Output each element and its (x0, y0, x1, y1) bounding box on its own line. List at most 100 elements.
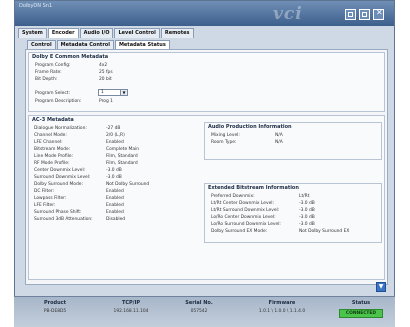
field-value: Complete Main (106, 147, 140, 152)
serial-column: Serial No. 057542 (179, 300, 219, 314)
tab-metadata-status[interactable]: Metadata Status (114, 40, 170, 49)
field-label: Bit Depth: (35, 77, 58, 82)
product-value: PB-DE8D5 (43, 309, 67, 314)
field-value: Enabled (106, 210, 124, 215)
tab-metadata-control[interactable]: Metadata Control (56, 40, 114, 49)
field-value: -3.0 dB (299, 215, 315, 220)
serial-value: 057542 (190, 309, 208, 314)
audio-production-group: Audio Production Information Mixing Leve… (204, 122, 382, 160)
title-bar[interactable]: DolbyDN Sn1 vci ✕ (15, 1, 394, 26)
field-value: Enabled (106, 196, 124, 201)
field-label: Room Type: (211, 140, 237, 145)
status-badge: CONNECTED (338, 309, 384, 318)
field-label: RF Mode Profile: (34, 161, 70, 166)
field-label: LFE Filter: (34, 203, 56, 208)
maximize-button[interactable] (359, 9, 370, 20)
field-label: Frame Rate: (35, 70, 62, 75)
status-bar: Product PB-DE8D5 TCP/IP 192.168.11.104 S… (14, 296, 395, 327)
status-column: Status CONNECTED (332, 300, 390, 318)
app-window: DolbyDN Sn1 vci ✕ System Encoder Audio I… (14, 0, 395, 327)
maximize-icon (362, 12, 367, 17)
field-label: Channel Mode: (34, 133, 67, 138)
field-label: Lt/Rt Surround Downmix Level: (211, 208, 280, 213)
field-value: -3.0 dB (106, 175, 122, 180)
tab-encoder[interactable]: Encoder (47, 28, 79, 38)
field-label: Program Config: (35, 63, 71, 68)
tab-remotes[interactable]: Remotes (160, 28, 194, 38)
field-label: Preferred Downmix: (211, 194, 255, 199)
main-tabs: System Encoder Audio I/O Level Control R… (18, 28, 194, 38)
program-description-value: Prog 1 (99, 99, 113, 104)
field-label: Dolby Surround EX Mode: (211, 229, 268, 234)
field-label: LFE Channel: (34, 140, 63, 145)
group-title: AC-3 Metadata (32, 117, 74, 123)
field-label: Dolby Surround Mode: (34, 182, 83, 187)
field-value: Disabled (106, 217, 126, 222)
field-value: -3.0 dB (106, 168, 122, 173)
field-value: N/A (275, 133, 283, 138)
serial-label: Serial No. (185, 300, 213, 306)
field-label: Lowpass Filter: (34, 196, 67, 201)
minimize-icon (348, 12, 353, 17)
field-label: Bitstream Mode: (34, 147, 71, 152)
scroll-down-button[interactable]: ▼ (376, 282, 386, 292)
tab-level-control[interactable]: Level Control (114, 28, 160, 38)
field-label: Line Mode Profile: (34, 154, 74, 159)
field-value: -3.0 dB (299, 222, 315, 227)
group-title: Extended Bitstream Information (208, 185, 299, 191)
field-label: Surround 3dB Attenuation: (34, 217, 93, 222)
program-description-label: Program Description: (35, 99, 82, 104)
field-value: -3.0 dB (299, 201, 315, 206)
tab-audio-io[interactable]: Audio I/O (79, 28, 114, 38)
close-button[interactable]: ✕ (373, 8, 384, 20)
field-label: Mixing Level: (211, 133, 240, 138)
field-value: 25 fps (99, 70, 113, 75)
program-select-label: Program Select: (35, 91, 70, 96)
field-value: Lt/Rt (299, 194, 310, 199)
product-column: Product PB-DE8D5 (30, 300, 80, 314)
field-label: Lt/Rt Center Downmix Level: (211, 201, 274, 206)
field-value: 20 bit (99, 77, 112, 82)
field-label: Center Downmix Level: (34, 168, 86, 173)
field-value: N/A (275, 140, 283, 145)
tcpip-value: 192.168.11.104 (113, 309, 149, 314)
logo: vci (273, 4, 303, 24)
field-label: Surround Downmix Level: (34, 175, 91, 180)
firmware-value: 1.0.1 \ 1.0.0 \ 1.1.4.0 (258, 309, 306, 314)
tcpip-column: TCP/IP 192.168.11.104 (96, 300, 166, 314)
chevron-down-icon: ▼ (120, 90, 127, 95)
group-title: Dolby E Common Metadata (32, 54, 109, 60)
product-label: Product (43, 300, 67, 306)
program-select[interactable]: 1 ▼ (98, 89, 128, 96)
close-icon: ✕ (376, 8, 383, 17)
tcpip-label: TCP/IP (121, 300, 141, 306)
metadata-status-panel: Dolby E Common Metadata Program Config: … (25, 49, 388, 285)
window-title: DolbyDN Sn1 (19, 3, 53, 9)
field-value: -3.0 dB (299, 208, 315, 213)
tab-control[interactable]: Control (27, 40, 56, 49)
field-value: 2/0 (L,R) (106, 133, 125, 138)
field-label: Dialogue Normalization: (34, 126, 87, 131)
sub-tabs: Control Metadata Control Metadata Status (27, 40, 170, 49)
field-value: Film, Standard (106, 161, 138, 166)
field-label: Surround Phase Shift: (34, 210, 82, 215)
common-metadata-group: Dolby E Common Metadata Program Config: … (28, 52, 385, 112)
field-value: Not Dolby Surround EX (299, 229, 350, 234)
tab-system[interactable]: System (18, 28, 47, 38)
extended-bitstream-group: Extended Bitstream Information Preferred… (204, 183, 382, 243)
field-label: Lo/Ro Surround Downmix Level: (211, 222, 281, 227)
field-value: Enabled (106, 140, 124, 145)
field-value: Enabled (106, 203, 124, 208)
minimize-button[interactable] (345, 9, 356, 20)
firmware-label: Firmware (268, 300, 296, 306)
field-value: Enabled (106, 189, 124, 194)
field-value: 4x2 (99, 63, 108, 68)
program-select-value: 1 (101, 90, 104, 95)
field-value: -27 dB (106, 126, 121, 131)
field-label: DC Filter: (34, 189, 55, 194)
status-label: Status (351, 300, 371, 306)
group-title: Audio Production Information (208, 124, 292, 130)
firmware-column: Firmware 1.0.1 \ 1.0.0 \ 1.1.4.0 (242, 300, 322, 314)
scroll-down-icon: ▼ (378, 283, 384, 290)
field-value: Film, Standard (106, 154, 138, 159)
